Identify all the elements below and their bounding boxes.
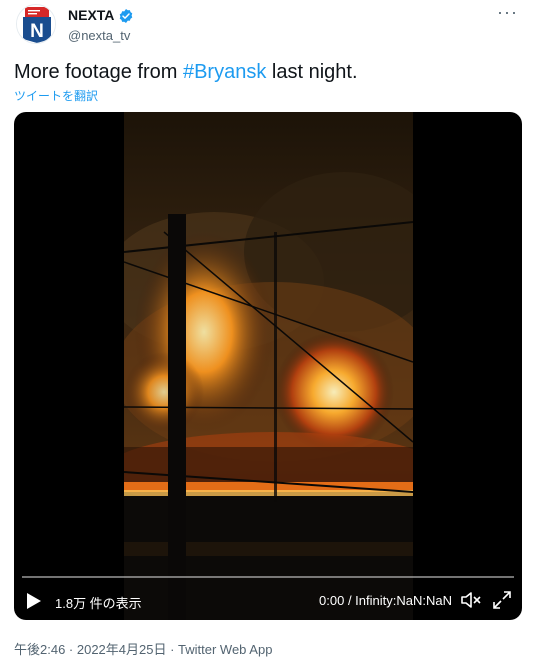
svg-text:N: N: [30, 21, 44, 42]
tweet-text: More footage from #Bryansk last night.: [14, 59, 358, 85]
play-icon[interactable]: [26, 592, 42, 610]
tweet-timestamp[interactable]: 午後2:46 · 2022年4月25日 · Twitter Web App: [14, 639, 272, 658]
tweet-text-before: More footage from: [14, 61, 183, 83]
view-count: 1.8万 件の表示: [55, 596, 142, 611]
progress-bar[interactable]: [22, 576, 514, 578]
display-name[interactable]: NEXTA: [68, 7, 114, 24]
mute-icon[interactable]: [460, 590, 482, 610]
time-display: 0:00 / Infinity:NaN:NaN: [319, 593, 452, 608]
avatar[interactable]: N: [16, 4, 56, 44]
hashtag-link[interactable]: #Bryansk: [183, 61, 266, 83]
video-player[interactable]: 1.8万 件の表示 0:00 / Infinity:NaN:NaN: [14, 112, 522, 620]
video-controls: 1.8万 件の表示 0:00 / Infinity:NaN:NaN: [14, 568, 522, 620]
fullscreen-icon[interactable]: [492, 590, 512, 610]
fire-footage-image: [124, 112, 413, 620]
nexta-logo-icon: N: [17, 5, 55, 43]
verified-badge-icon: [120, 8, 133, 23]
tweet-text-after: last night.: [266, 61, 358, 83]
handle[interactable]: @nexta_tv: [68, 28, 134, 44]
name-row: NEXTA: [68, 7, 134, 24]
video-frame: [124, 112, 413, 620]
translate-tweet-link[interactable]: ツイートを翻訳: [14, 87, 98, 104]
author-block: NEXTA @nexta_tv: [68, 7, 134, 44]
more-options-icon[interactable]: ···: [497, 2, 518, 23]
